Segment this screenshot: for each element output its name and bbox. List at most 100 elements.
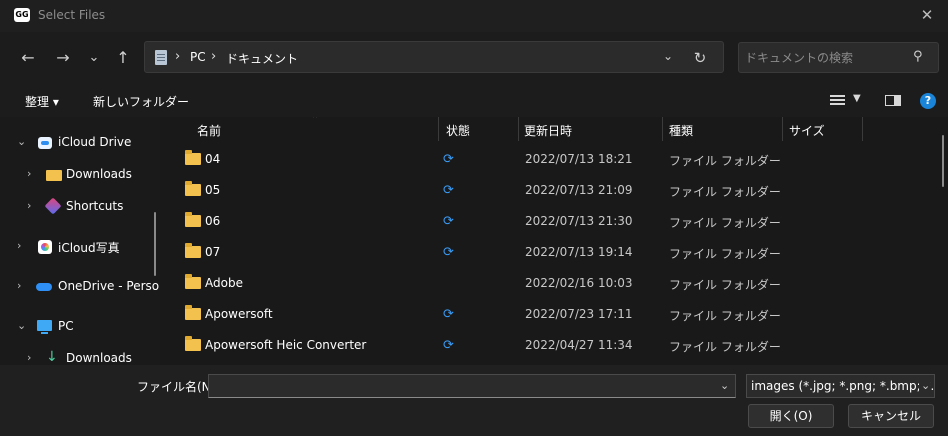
file-name: 05 — [205, 183, 221, 197]
up-arrow-icon[interactable]: ↑ — [111, 46, 135, 70]
chevron-right-icon[interactable]: › — [17, 279, 21, 292]
file-type: ファイル フォルダー — [669, 340, 781, 354]
sync-status-icon: ⟳ — [443, 214, 454, 229]
file-modified: 2022/07/23 17:11 — [525, 307, 633, 321]
filename-input[interactable] — [208, 374, 736, 398]
breadcrumb-separator-icon: › — [175, 49, 181, 64]
file-modified: 2022/07/13 18:21 — [525, 152, 633, 166]
column-divider[interactable] — [862, 117, 863, 141]
file-row-07[interactable]: 07 ⟳ 2022/07/13 19:14 ファイル フォルダー — [160, 239, 940, 270]
folder-icon — [185, 181, 201, 196]
forward-arrow-icon[interactable]: → — [51, 46, 75, 70]
folder-icon — [185, 243, 201, 258]
sidebar-item-icloud-downloads[interactable]: › Downloads — [0, 162, 160, 188]
file-name: 07 — [205, 245, 221, 259]
cancel-button[interactable]: キャンセル — [848, 404, 934, 428]
file-row-adobe[interactable]: Adobe 2022/02/16 10:03 ファイル フォルダー — [160, 270, 940, 301]
chevron-down-icon[interactable]: ⌄ — [919, 379, 931, 392]
search-input[interactable] — [743, 48, 912, 68]
file-type: ファイル フォルダー — [669, 216, 781, 230]
breadcrumb-pc[interactable]: PC — [190, 50, 206, 64]
file-type: ファイル フォルダー — [669, 185, 781, 199]
chevron-right-icon[interactable]: › — [27, 351, 31, 364]
sidebar-item-label: iCloud写真 — [58, 241, 120, 255]
onedrive-icon — [36, 283, 52, 291]
column-header-size[interactable]: サイズ — [789, 122, 825, 139]
chevron-right-icon[interactable]: › — [27, 199, 31, 212]
file-modified: 2022/04/27 11:34 — [525, 338, 633, 352]
column-divider[interactable] — [782, 117, 783, 141]
file-type: ファイル フォルダー — [669, 154, 781, 168]
new-folder-button[interactable]: 新しいフォルダー — [93, 93, 189, 110]
title-bar: GG Select Files ✕ — [0, 0, 948, 32]
folder-icon — [185, 305, 201, 320]
file-list-scrollbar[interactable] — [942, 135, 944, 187]
sidebar-item-label: PC — [58, 319, 74, 333]
sidebar-item-label: OneDrive - Perso — [58, 279, 160, 293]
folder-icon — [46, 170, 62, 181]
column-divider[interactable] — [662, 117, 663, 141]
address-dropdown-chevron-icon[interactable]: ⌄ — [663, 49, 673, 63]
sidebar-item-pc[interactable]: ⌄ PC — [0, 314, 160, 340]
file-row-apowersoft[interactable]: Apowersoft ⟳ 2022/07/23 17:11 ファイル フォルダー — [160, 301, 940, 332]
column-header-modified[interactable]: 更新日時 — [524, 122, 572, 139]
back-arrow-icon[interactable]: ← — [16, 46, 40, 70]
sidebar-item-label: Downloads — [66, 351, 132, 365]
search-icon[interactable]: ⚲ — [913, 49, 923, 64]
download-arrow-icon: ↓ — [46, 349, 58, 365]
column-header-name[interactable]: 名前 — [197, 122, 221, 139]
chevron-down-icon[interactable]: ⌄ — [17, 319, 26, 332]
file-name: Apowersoft Heic Converter — [205, 338, 367, 352]
breadcrumb-separator-icon: › — [211, 49, 217, 64]
file-modified: 2022/07/13 21:09 — [525, 183, 633, 197]
file-row-04[interactable]: 04 ⟳ 2022/07/13 18:21 ファイル フォルダー — [160, 146, 940, 177]
organize-button[interactable]: 整理 ▾ — [25, 93, 59, 110]
sidebar-item-icloud-drive[interactable]: ⌄ iCloud Drive — [0, 130, 160, 156]
view-list-icon[interactable] — [830, 95, 845, 107]
file-row-05[interactable]: 05 ⟳ 2022/07/13 21:09 ファイル フォルダー — [160, 177, 940, 208]
sidebar-item-icloud-photos[interactable]: › iCloud写真 — [0, 234, 160, 260]
sync-status-icon: ⟳ — [443, 338, 454, 353]
breadcrumb-documents[interactable]: ドキュメント — [226, 50, 298, 67]
file-row-apowersoft-heic-converter[interactable]: Apowersoft Heic Converter ⟳ 2022/04/27 1… — [160, 332, 940, 363]
file-name: 06 — [205, 214, 221, 228]
folder-icon — [185, 274, 201, 289]
preview-pane-icon[interactable] — [885, 95, 901, 106]
icloud-icon — [38, 137, 52, 149]
file-modified: 2022/07/13 19:14 — [525, 245, 633, 259]
column-header-type[interactable]: 種類 — [669, 122, 693, 139]
column-divider[interactable] — [438, 117, 439, 141]
window-title: Select Files — [38, 8, 106, 22]
address-bar[interactable]: › PC › ドキュメント ⌄ — [144, 41, 724, 73]
chevron-right-icon[interactable]: › — [27, 167, 31, 180]
file-modified: 2022/07/13 21:30 — [525, 214, 633, 228]
photos-icon — [38, 240, 52, 254]
view-options-chevron-icon[interactable]: ▼ — [853, 93, 861, 104]
folder-icon — [185, 212, 201, 227]
close-icon[interactable]: ✕ — [913, 3, 941, 27]
column-divider[interactable] — [518, 117, 519, 141]
help-icon[interactable]: ? — [920, 93, 936, 109]
file-type-filter-value: images (*.jpg; *.png; *.bmp; *.jp — [751, 379, 935, 393]
file-type-filter-select[interactable]: images (*.jpg; *.png; *.bmp; *.jp ⌄ — [746, 374, 935, 398]
sync-status-icon: ⟳ — [443, 183, 454, 198]
sidebar-item-shortcuts[interactable]: › Shortcuts — [0, 194, 160, 220]
shortcuts-icon — [44, 197, 62, 215]
chevron-right-icon[interactable]: › — [17, 239, 21, 252]
recent-locations-chevron-icon[interactable]: ⌄ — [82, 46, 106, 70]
file-type: ファイル フォルダー — [669, 309, 781, 323]
filename-history-chevron-icon[interactable]: ⌄ — [720, 379, 729, 392]
sidebar-item-pc-downloads[interactable]: › ↓ Downloads — [0, 346, 160, 365]
open-button[interactable]: 開く(O) — [748, 404, 834, 428]
file-name: Adobe — [205, 276, 243, 290]
folder-icon — [185, 336, 201, 351]
chevron-down-icon[interactable]: ⌄ — [17, 135, 26, 148]
search-box[interactable]: ⚲ — [738, 42, 939, 73]
file-row-06[interactable]: 06 ⟳ 2022/07/13 21:30 ファイル フォルダー — [160, 208, 940, 239]
sidebar-scrollbar[interactable] — [154, 212, 156, 276]
column-header-status[interactable]: 状態 — [446, 122, 470, 139]
app-logo-icon: GG — [14, 8, 30, 22]
sort-ascending-icon: ⌃ — [311, 117, 320, 125]
refresh-icon[interactable]: ↻ — [688, 46, 712, 70]
sidebar-item-onedrive[interactable]: › OneDrive - Perso — [0, 274, 160, 300]
